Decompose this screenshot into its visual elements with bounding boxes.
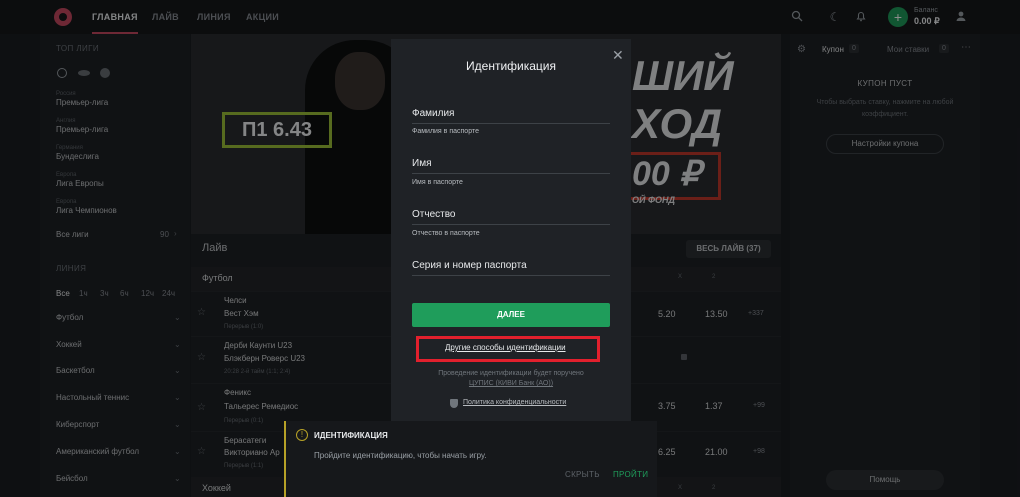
go-button[interactable]: ПРОЙТИ <box>613 470 648 479</box>
notification-body: Пройдите идентификацию, чтобы начать игр… <box>314 451 487 460</box>
patronymic-hint: Отчество в паспорте <box>412 230 480 237</box>
next-button[interactable]: ДАЛЕЕ <box>412 303 610 327</box>
firstname-input[interactable] <box>412 173 610 174</box>
notification-title: ИДЕНТИФИКАЦИЯ <box>314 431 388 440</box>
cupis-link[interactable]: ЦУПИС (КИВИ Банк (АО)) <box>391 380 631 387</box>
close-icon[interactable]: ✕ <box>612 47 624 64</box>
hide-button[interactable]: СКРЫТЬ <box>565 470 600 479</box>
passport-input[interactable] <box>412 275 610 276</box>
lastname-input[interactable] <box>412 123 610 124</box>
lastname-label: Фамилия <box>412 108 455 119</box>
lastname-hint: Фамилия в паспорте <box>412 128 479 135</box>
patronymic-label: Отчество <box>412 209 456 220</box>
shield-icon <box>450 399 458 408</box>
firstname-label: Имя <box>412 158 432 169</box>
patronymic-input[interactable] <box>412 224 610 225</box>
privacy-link[interactable]: Политика конфиденциальности <box>463 399 566 406</box>
firstname-hint: Имя в паспорте <box>412 179 463 186</box>
other-methods-link[interactable]: Другие способы идентификации <box>445 343 566 352</box>
modal-title: Идентификация <box>466 59 556 73</box>
alert-icon: ! <box>296 429 308 441</box>
passport-label: Серия и номер паспорта <box>412 260 527 271</box>
cupis-note: Проведение идентификации будет поручено <box>438 370 584 377</box>
